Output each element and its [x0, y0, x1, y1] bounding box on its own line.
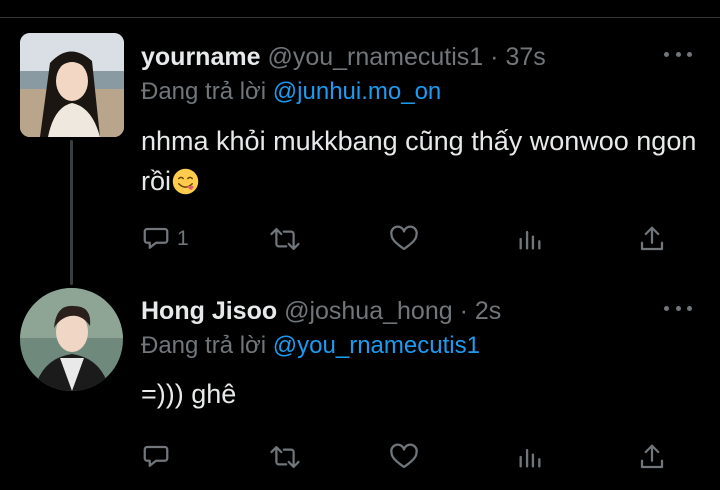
like-button[interactable] [389, 222, 419, 256]
like-icon [390, 443, 418, 469]
timestamp[interactable]: 37s [505, 43, 545, 71]
reply-icon [143, 445, 169, 467]
separator-dot: · [459, 297, 468, 325]
tweet-text: =))) ghê [141, 374, 236, 414]
views-icon [519, 448, 541, 468]
retweet-icon [270, 446, 300, 468]
like-icon [390, 225, 418, 251]
views-icon [519, 230, 541, 250]
tweet-header: Hong Jisoo @joshua_hong · 2s [141, 296, 501, 326]
timestamp[interactable]: 2s [475, 297, 501, 325]
mention-link[interactable]: @you_rnamecutis1 [273, 332, 480, 359]
replying-to-label: Đang trả lời [141, 332, 267, 359]
avatar[interactable] [20, 33, 124, 137]
avatar[interactable] [20, 288, 123, 391]
user-handle[interactable]: @joshua_hong [284, 297, 453, 325]
tweet-text-content: =))) ghê [141, 379, 237, 409]
like-button[interactable] [389, 440, 419, 474]
retweet-icon [270, 228, 300, 250]
mention-link[interactable]: @junhui.mo_on [273, 78, 441, 105]
views-button[interactable] [516, 222, 544, 256]
separator-dot: · [490, 43, 499, 71]
share-button[interactable] [637, 222, 667, 256]
reply-count: 1 [177, 227, 189, 250]
top-divider [0, 17, 720, 18]
share-icon [640, 444, 664, 469]
views-button[interactable] [516, 440, 544, 474]
thread-connector-line [70, 140, 73, 285]
more-icon[interactable] [664, 49, 692, 59]
face-savoring-food-emoji [172, 168, 199, 195]
tweet-actions: 1 [141, 222, 681, 256]
display-name[interactable]: yourname [141, 43, 260, 71]
tweet-actions [141, 440, 681, 474]
tweet-text-content: nhma khỏi mukkbang cũng thấy wonwoo ngon… [141, 126, 697, 196]
retweet-button[interactable] [269, 440, 301, 474]
user-handle[interactable]: @you_rnamecutis1 [267, 43, 483, 71]
replying-to: Đang trả lời @junhui.mo_on [141, 77, 441, 107]
share-icon [640, 226, 664, 251]
share-button[interactable] [637, 440, 667, 474]
more-icon[interactable] [664, 303, 692, 313]
retweet-button[interactable] [269, 222, 301, 256]
reply-icon [143, 227, 169, 249]
reply-button[interactable] [141, 440, 177, 474]
replying-to: Đang trả lời @you_rnamecutis1 [141, 331, 480, 361]
reply-button[interactable]: 1 [141, 222, 189, 256]
replying-to-label: Đang trả lời [141, 78, 267, 105]
tweet-header: yourname @you_rnamecutis1 · 37s [141, 42, 546, 72]
tweet-text: nhma khỏi mukkbang cũng thấy wonwoo ngon… [141, 121, 701, 201]
display-name[interactable]: Hong Jisoo [141, 297, 277, 325]
